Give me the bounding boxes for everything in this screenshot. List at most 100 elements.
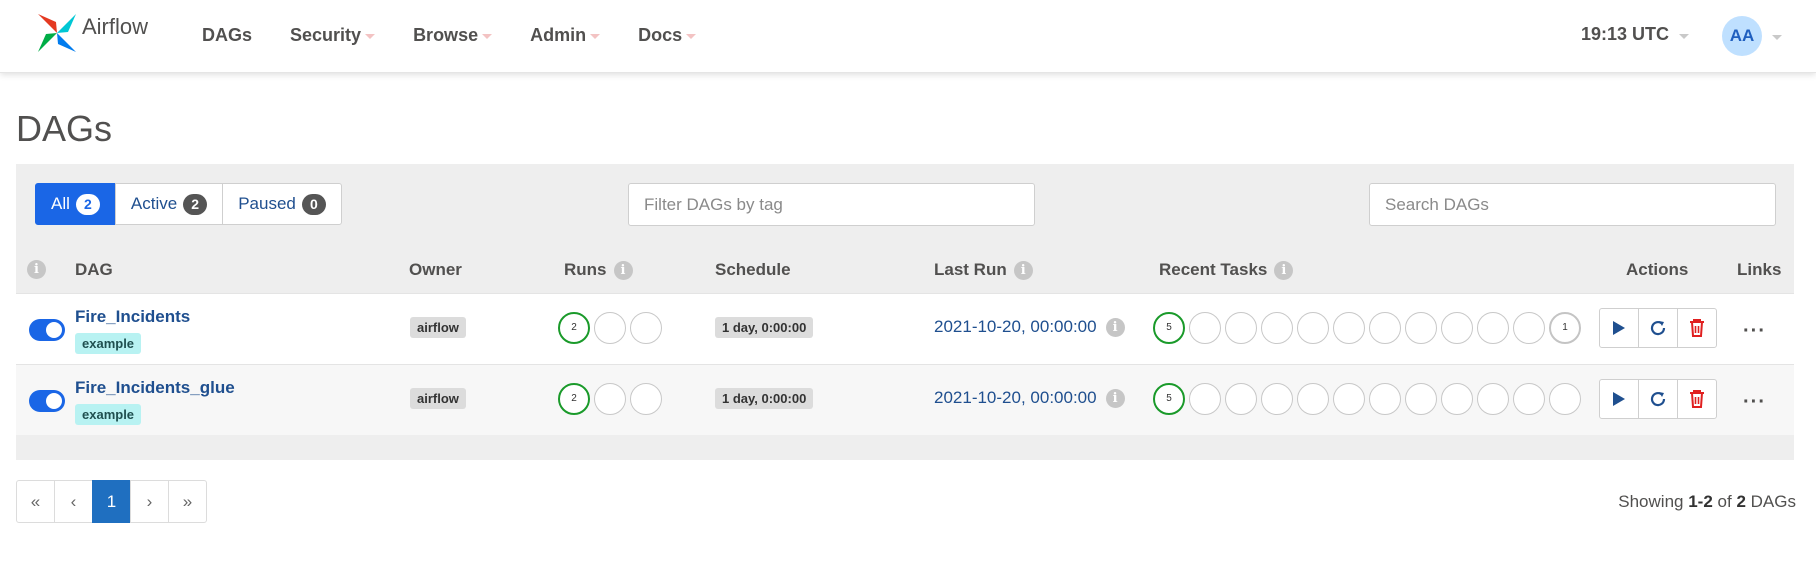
chevron-down-icon (590, 34, 601, 39)
table-header: i DAG Owner Runs i Schedule Last Run i Rec… (16, 246, 1794, 294)
task-status-circle[interactable] (1189, 312, 1221, 344)
last-run[interactable]: 2021-10-20, 00:00:00 i (934, 388, 1125, 408)
info-icon: i (1105, 317, 1125, 337)
first-page-button[interactable]: « (16, 480, 55, 523)
chevron-down-icon (365, 34, 376, 39)
delete-dag-button[interactable] (1677, 379, 1717, 419)
nav-dags-label: DAGs (202, 24, 253, 45)
run-status-circle[interactable] (594, 312, 626, 344)
info-icon: i (613, 260, 633, 280)
play-icon (1613, 392, 1625, 406)
schedule-badge[interactable]: 1 day, 0:00:00 (715, 317, 814, 338)
trigger-dag-button[interactable] (1599, 379, 1639, 419)
dag-link[interactable]: Fire_Incidents (75, 307, 190, 327)
dag-tag[interactable]: example (75, 333, 142, 354)
dags-panel: All 2 Active 2 Paused 0 Filter DAGs by tag … (16, 164, 1794, 460)
last-page-button[interactable]: » (168, 480, 207, 523)
nav-dags[interactable]: DAGs (202, 25, 252, 46)
clock-dropdown[interactable]: 19:13 UTC (1581, 24, 1690, 45)
run-status-circle[interactable] (594, 383, 626, 415)
task-status-circle[interactable] (1369, 383, 1401, 415)
owner-badge[interactable]: airflow (410, 388, 466, 409)
trigger-dag-button[interactable] (1599, 308, 1639, 348)
header-recent-tasks-label: Recent Tasks (1159, 260, 1268, 279)
task-status-circle[interactable] (1369, 312, 1401, 344)
actions-group (1599, 379, 1717, 419)
filter-paused-button[interactable]: Paused 0 (222, 183, 342, 225)
header-recent-tasks: Recent Tasks i (1159, 260, 1294, 280)
info-icon: i (1274, 260, 1294, 280)
nav-browse[interactable]: Browse (413, 25, 493, 46)
chevron-down-icon (1679, 33, 1690, 39)
task-status-circle[interactable] (1549, 383, 1581, 415)
brand-name: Airflow (82, 14, 149, 39)
prev-page-button[interactable]: ‹ (54, 480, 93, 523)
tag-filter-input[interactable]: Filter DAGs by tag (628, 183, 1035, 226)
brand-link[interactable]: Airflow (34, 10, 148, 56)
task-status-circle[interactable] (1513, 312, 1545, 344)
next-page-button[interactable]: › (130, 480, 169, 523)
chevron-down-icon (482, 34, 493, 39)
refresh-dag-button[interactable] (1638, 379, 1678, 419)
last-run-link[interactable]: 2021-10-20, 00:00:00 (934, 317, 1097, 337)
task-status-circle[interactable] (1405, 312, 1437, 344)
status-filter-group: All 2 Active 2 Paused 0 (35, 183, 342, 225)
nav-security[interactable]: Security (290, 25, 376, 46)
task-status-circle[interactable]: 5 (1153, 383, 1185, 415)
refresh-dag-button[interactable] (1638, 308, 1678, 348)
chevron-down-icon (1772, 35, 1782, 40)
header-dag[interactable]: DAG (75, 260, 113, 280)
filter-active-button[interactable]: Active 2 (114, 183, 224, 225)
user-menu[interactable]: AA (1722, 16, 1782, 56)
task-status-circle[interactable] (1405, 383, 1437, 415)
header-info: i (27, 260, 46, 279)
task-status-circle[interactable] (1513, 383, 1545, 415)
nav-docs[interactable]: Docs (638, 24, 697, 46)
task-status-circle[interactable] (1261, 312, 1293, 344)
delete-dag-button[interactable] (1677, 308, 1717, 348)
owner-badge[interactable]: airflow (410, 317, 466, 338)
filter-all-button[interactable]: All 2 (35, 183, 116, 225)
run-status-circle[interactable]: 2 (558, 312, 590, 344)
task-status-circle[interactable] (1477, 312, 1509, 344)
top-navbar: Airflow DAGs Security Browse Admin Docs … (0, 0, 1816, 73)
task-status-circle[interactable] (1189, 383, 1221, 415)
nav-admin[interactable]: Admin (530, 25, 601, 46)
last-run[interactable]: 2021-10-20, 00:00:00 i (934, 317, 1125, 337)
task-status-circle[interactable] (1477, 383, 1509, 415)
task-status-circle[interactable] (1441, 312, 1473, 344)
task-status-circle[interactable] (1225, 383, 1257, 415)
pagination: « ‹ 1 › » (16, 480, 207, 523)
schedule-badge[interactable]: 1 day, 0:00:00 (715, 388, 814, 409)
header-owner[interactable]: Owner (409, 260, 462, 280)
task-status-circle[interactable] (1333, 312, 1365, 344)
nav-docs-label: Docs (638, 24, 683, 45)
task-status-circle[interactable] (1261, 383, 1293, 415)
dag-pause-toggle[interactable] (29, 319, 65, 341)
task-status-circle[interactable] (1297, 383, 1329, 415)
filter-active-label: Active (130, 194, 178, 213)
task-status-circle[interactable] (1333, 383, 1365, 415)
clock-time: 19:13 UTC (1581, 24, 1670, 44)
header-last-run: Last Run i (934, 260, 1033, 280)
header-links: Links (1737, 260, 1782, 279)
task-status-circle[interactable]: 1 (1549, 312, 1581, 344)
page-title: DAGs (16, 108, 113, 149)
task-status-circle[interactable] (1441, 383, 1473, 415)
run-status-circle[interactable] (630, 383, 662, 415)
dag-link[interactable]: Fire_Incidents_glue (75, 378, 235, 398)
links-menu-button[interactable]: ··· (1743, 320, 1766, 343)
run-status-circle[interactable] (630, 312, 662, 344)
task-status-circle[interactable] (1297, 312, 1329, 344)
search-input[interactable]: Search DAGs (1369, 183, 1776, 226)
dag-pause-toggle[interactable] (29, 390, 65, 412)
table-row: Fire_Incidents example airflow 2 1 day, … (16, 293, 1794, 364)
last-run-link[interactable]: 2021-10-20, 00:00:00 (934, 388, 1097, 408)
task-status-circle[interactable] (1225, 312, 1257, 344)
run-status-circle[interactable]: 2 (558, 383, 590, 415)
header-last-run-label: Last Run (934, 260, 1007, 279)
links-menu-button[interactable]: ··· (1743, 391, 1766, 414)
dag-tag[interactable]: example (75, 404, 142, 425)
task-status-circle[interactable]: 5 (1153, 312, 1185, 344)
page-1-button[interactable]: 1 (92, 480, 131, 523)
